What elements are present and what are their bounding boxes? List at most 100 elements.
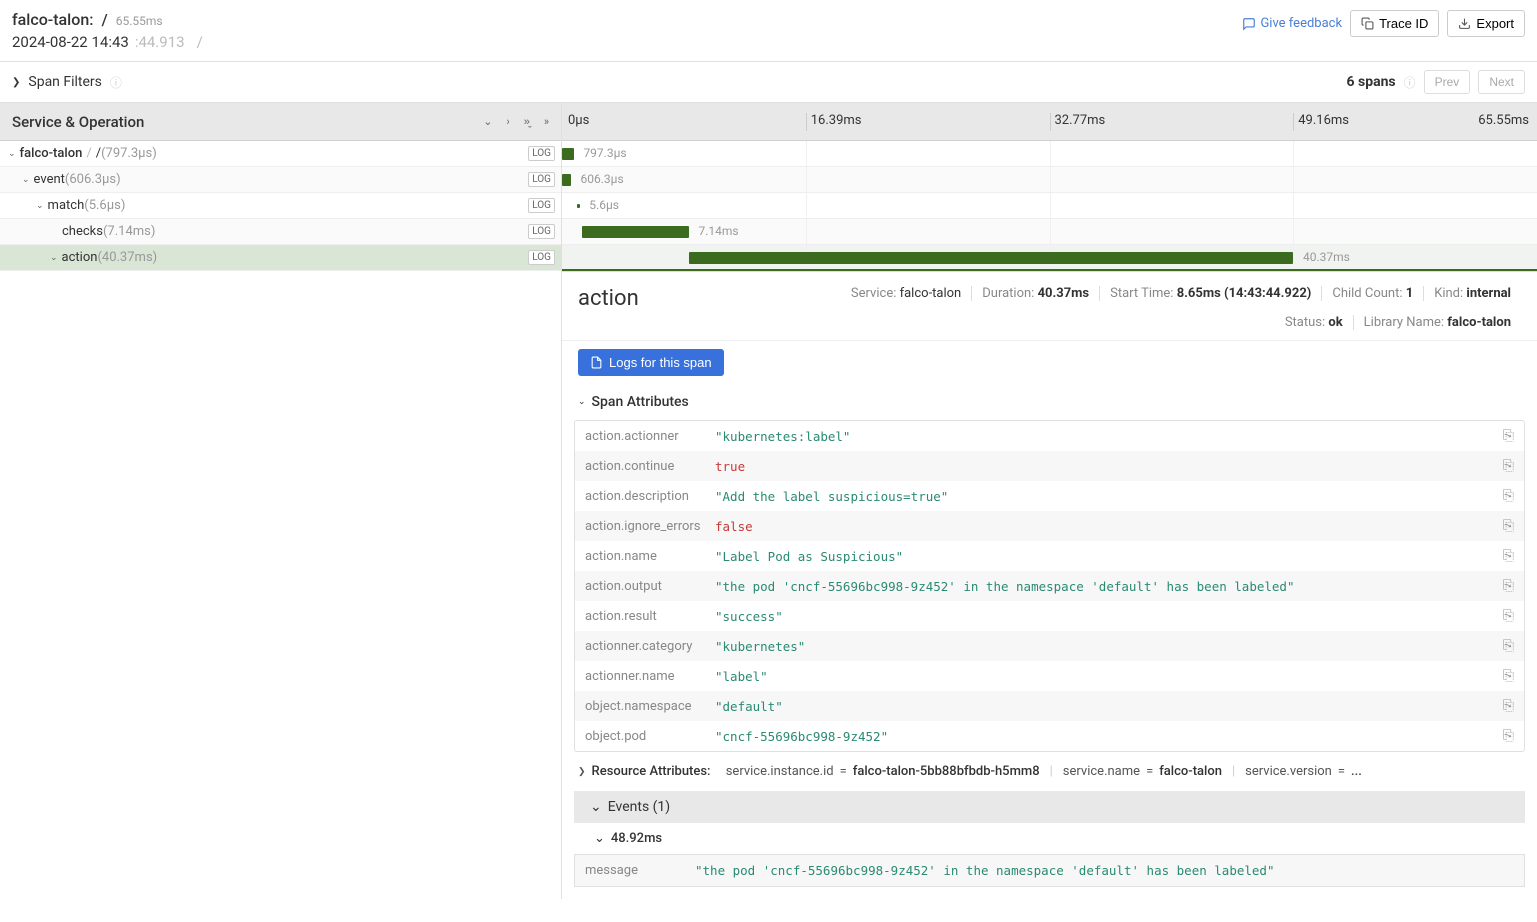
attribute-row: actionner.name"label"⎘ <box>575 661 1524 691</box>
detail-title: action <box>578 286 639 311</box>
expand-icon[interactable]: › <box>506 115 509 128</box>
timeline-row[interactable]: 7.14ms <box>562 219 1537 245</box>
chevron-right-icon: ❯ <box>578 767 586 777</box>
attribute-value: "default" <box>715 699 1503 714</box>
timeline-row[interactable]: 797.3µs <box>562 141 1537 167</box>
attribute-value: "label" <box>715 669 1503 684</box>
expand-filters-icon[interactable]: ❯ <box>12 77 20 88</box>
attribute-key: action.ignore_errors <box>585 519 715 534</box>
copy-icon[interactable]: ⎘ <box>1503 488 1514 504</box>
attribute-row: action.ignore_errorsfalse⎘ <box>575 511 1524 541</box>
span-bar[interactable] <box>582 226 689 238</box>
tree-duration: (7.14ms) <box>103 224 155 239</box>
trace-id-button[interactable]: Trace ID <box>1350 10 1439 37</box>
page-header: falco-talon: / 65.55ms 2024-08-22 14:43:… <box>0 0 1537 62</box>
copy-icon[interactable]: ⎘ <box>1503 548 1514 564</box>
timeline-row[interactable]: 5.6µs <box>562 193 1537 219</box>
attribute-key: action.result <box>585 609 715 624</box>
tree-row[interactable]: checks (7.14ms) LOG <box>0 219 561 245</box>
copy-icon[interactable]: ⎘ <box>1503 428 1514 444</box>
title-duration: 65.55ms <box>116 14 163 28</box>
copy-icon[interactable]: ⎘ <box>1503 578 1514 594</box>
chevron-down-icon[interactable]: ⌄ <box>8 149 16 159</box>
tree-row[interactable]: ⌄falco-talon// (797.3µs)LOG <box>0 141 561 167</box>
event-message-row: message "the pod 'cncf-55696bc998-9z452'… <box>574 854 1525 887</box>
events-header[interactable]: ⌄ Events (1) <box>574 791 1525 823</box>
attribute-key: object.pod <box>585 729 715 744</box>
chevron-down-icon[interactable]: ⌄ <box>22 175 30 185</box>
copy-icon[interactable]: ⎘ <box>1503 668 1514 684</box>
timeline-header: 0µs 16.39ms 32.77ms 49.16ms 65.55ms <box>562 103 1537 141</box>
attribute-value: "the pod 'cncf-55696bc998-9z452' in the … <box>715 579 1503 594</box>
tree-duration: (606.3µs) <box>65 172 121 187</box>
attribute-value: "cncf-55696bc998-9z452" <box>715 729 1503 744</box>
tree-operation: event <box>34 172 65 187</box>
copy-icon[interactable]: ⎘ <box>1503 458 1514 474</box>
attribute-row: action.continuetrue⎘ <box>575 451 1524 481</box>
event-time-header[interactable]: ⌄ 48.92ms <box>574 823 1525 854</box>
collapse-icon[interactable]: ⌄ <box>483 115 492 128</box>
comment-icon <box>1242 17 1256 31</box>
logs-for-span-button[interactable]: Logs for this span <box>578 349 724 376</box>
attribute-value: "kubernetes:label" <box>715 429 1503 444</box>
attribute-key: action.continue <box>585 459 715 474</box>
tree-operation: action <box>62 250 98 265</box>
attribute-key: action.name <box>585 549 715 564</box>
log-icon[interactable]: LOG <box>528 250 555 265</box>
chevron-down-icon[interactable]: ⌄ <box>36 201 44 211</box>
timestamp-main: 2024-08-22 14:43 <box>12 33 129 51</box>
span-bar[interactable] <box>562 174 571 186</box>
attribute-row: action.description"Add the label suspici… <box>575 481 1524 511</box>
expand-all-icon[interactable]: » <box>544 115 549 128</box>
info-icon[interactable]: ⓘ <box>1404 74 1416 91</box>
attribute-key: action.actionner <box>585 429 715 444</box>
info-icon[interactable]: ⓘ <box>110 74 122 91</box>
span-bar[interactable] <box>577 204 580 208</box>
tree-duration: (797.3µs) <box>101 146 157 161</box>
attribute-key: actionner.category <box>585 639 715 654</box>
trace-timestamp: 2024-08-22 14:43:44.913 / <box>12 33 203 51</box>
log-icon[interactable]: LOG <box>528 146 555 161</box>
header-left: falco-talon: / 65.55ms 2024-08-22 14:43:… <box>12 10 203 51</box>
time-tick: 0µs <box>564 113 589 131</box>
export-button[interactable]: Export <box>1447 10 1525 37</box>
copy-icon[interactable]: ⎘ <box>1503 698 1514 714</box>
collapse-all-icon[interactable]: »̬ <box>524 115 530 128</box>
log-icon[interactable]: LOG <box>528 224 555 239</box>
timestamp-slash: / <box>197 33 203 51</box>
filter-bar: ❯ Span Filters ⓘ 6 spans ⓘ Prev Next <box>0 62 1537 103</box>
span-bar[interactable] <box>562 148 574 160</box>
copy-icon <box>1361 17 1374 30</box>
tree-operation: checks <box>62 224 103 239</box>
prev-button[interactable]: Prev <box>1424 70 1471 94</box>
timeline-body: 797.3µs606.3µs5.6µs7.14ms40.37ms <box>562 141 1537 271</box>
span-attributes-header[interactable]: ⌄ Span Attributes <box>562 384 1537 420</box>
chevron-down-icon[interactable]: ⌄ <box>50 253 58 263</box>
attribute-row: action.name"Label Pod as Suspicious"⎘ <box>575 541 1524 571</box>
give-feedback-link[interactable]: Give feedback <box>1242 16 1342 31</box>
span-bar[interactable] <box>689 252 1294 264</box>
content: Service & Operation ⌄ › »̬ » ⌄falco-talo… <box>0 103 1537 899</box>
attribute-value: "success" <box>715 609 1503 624</box>
timeline-row[interactable]: 606.3µs <box>562 167 1537 193</box>
logs-button-row: Logs for this span <box>562 341 1537 384</box>
tree-row[interactable]: ⌄match (5.6µs)LOG <box>0 193 561 219</box>
attribute-key: object.namespace <box>585 699 715 714</box>
copy-icon[interactable]: ⎘ <box>1503 728 1514 744</box>
timeline-row[interactable]: 40.37ms <box>562 245 1537 271</box>
resource-attributes[interactable]: ❯ Resource Attributes: service.instance.… <box>562 752 1537 791</box>
time-tick: 49.16ms <box>1293 113 1349 131</box>
log-icon[interactable]: LOG <box>528 172 555 187</box>
log-icon[interactable]: LOG <box>528 198 555 213</box>
tree-row[interactable]: ⌄action (40.37ms)LOG <box>0 245 561 271</box>
chevron-down-icon: ⌄ <box>578 397 586 407</box>
trace-title: falco-talon: / 65.55ms <box>12 10 203 29</box>
copy-icon[interactable]: ⎘ <box>1503 608 1514 624</box>
tree-row[interactable]: ⌄ event (606.3µs) LOG <box>0 167 561 193</box>
next-button[interactable]: Next <box>1478 70 1525 94</box>
detail-header: action Service: falco-talon Duration: 40… <box>562 272 1537 341</box>
attribute-row: action.actionner"kubernetes:label"⎘ <box>575 421 1524 451</box>
copy-icon[interactable]: ⎘ <box>1503 638 1514 654</box>
filter-left: ❯ Span Filters ⓘ <box>12 74 122 91</box>
copy-icon[interactable]: ⎘ <box>1503 518 1514 534</box>
